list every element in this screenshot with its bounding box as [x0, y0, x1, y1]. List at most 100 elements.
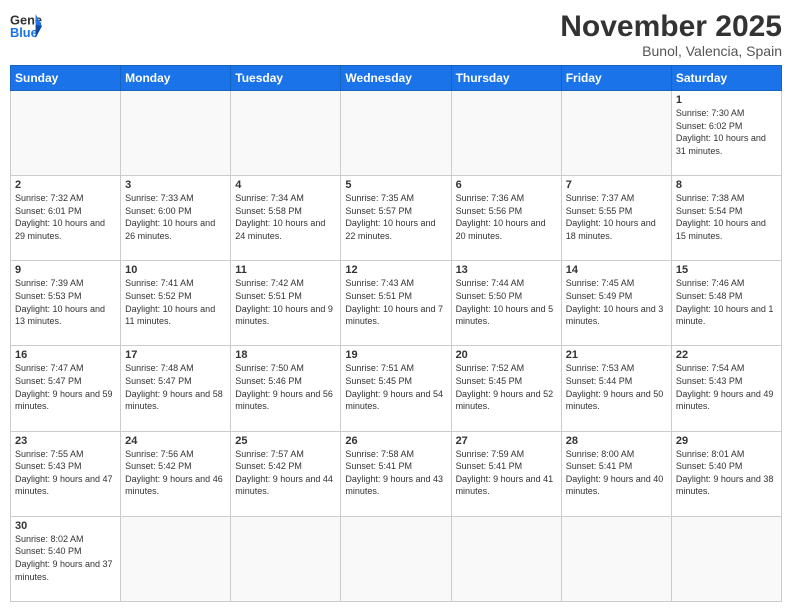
- day-info: Sunrise: 7:47 AMSunset: 5:47 PMDaylight:…: [15, 362, 116, 412]
- day-number: 2: [15, 179, 116, 191]
- day-number: 22: [676, 349, 777, 361]
- calendar-cell: 7Sunrise: 7:37 AMSunset: 5:55 PMDaylight…: [561, 176, 671, 261]
- header: General Blue November 2025 Bunol, Valenc…: [10, 10, 782, 59]
- day-number: 29: [676, 435, 777, 447]
- day-info: Sunrise: 7:42 AMSunset: 5:51 PMDaylight:…: [235, 277, 336, 327]
- day-number: 28: [566, 435, 667, 447]
- location: Bunol, Valencia, Spain: [560, 43, 782, 59]
- logo-icon: General Blue: [10, 10, 42, 42]
- calendar-cell: 27Sunrise: 7:59 AMSunset: 5:41 PMDayligh…: [451, 431, 561, 516]
- day-header-wednesday: Wednesday: [341, 66, 451, 91]
- calendar-cell: [121, 516, 231, 601]
- day-info: Sunrise: 7:53 AMSunset: 5:44 PMDaylight:…: [566, 362, 667, 412]
- calendar-cell: 5Sunrise: 7:35 AMSunset: 5:57 PMDaylight…: [341, 176, 451, 261]
- calendar-cell: 20Sunrise: 7:52 AMSunset: 5:45 PMDayligh…: [451, 346, 561, 431]
- calendar-cell: [341, 91, 451, 176]
- week-row-0: 1Sunrise: 7:30 AMSunset: 6:02 PMDaylight…: [11, 91, 782, 176]
- day-info: Sunrise: 7:50 AMSunset: 5:46 PMDaylight:…: [235, 362, 336, 412]
- day-number: 21: [566, 349, 667, 361]
- day-info: Sunrise: 8:02 AMSunset: 5:40 PMDaylight:…: [15, 533, 116, 583]
- calendar-cell: [671, 516, 781, 601]
- day-info: Sunrise: 7:35 AMSunset: 5:57 PMDaylight:…: [345, 192, 446, 242]
- day-info: Sunrise: 7:34 AMSunset: 5:58 PMDaylight:…: [235, 192, 336, 242]
- day-number: 13: [456, 264, 557, 276]
- day-number: 5: [345, 179, 446, 191]
- day-info: Sunrise: 7:56 AMSunset: 5:42 PMDaylight:…: [125, 448, 226, 498]
- day-number: 3: [125, 179, 226, 191]
- day-number: 24: [125, 435, 226, 447]
- title-block: November 2025 Bunol, Valencia, Spain: [560, 10, 782, 59]
- calendar-cell: [231, 516, 341, 601]
- week-row-1: 2Sunrise: 7:32 AMSunset: 6:01 PMDaylight…: [11, 176, 782, 261]
- calendar-cell: 17Sunrise: 7:48 AMSunset: 5:47 PMDayligh…: [121, 346, 231, 431]
- month-title: November 2025: [560, 10, 782, 43]
- day-number: 4: [235, 179, 336, 191]
- calendar-cell: 11Sunrise: 7:42 AMSunset: 5:51 PMDayligh…: [231, 261, 341, 346]
- day-number: 15: [676, 264, 777, 276]
- day-info: Sunrise: 7:45 AMSunset: 5:49 PMDaylight:…: [566, 277, 667, 327]
- day-info: Sunrise: 8:00 AMSunset: 5:41 PMDaylight:…: [566, 448, 667, 498]
- day-info: Sunrise: 7:57 AMSunset: 5:42 PMDaylight:…: [235, 448, 336, 498]
- calendar-cell: 26Sunrise: 7:58 AMSunset: 5:41 PMDayligh…: [341, 431, 451, 516]
- day-info: Sunrise: 7:30 AMSunset: 6:02 PMDaylight:…: [676, 107, 777, 157]
- day-info: Sunrise: 7:51 AMSunset: 5:45 PMDaylight:…: [345, 362, 446, 412]
- day-header-monday: Monday: [121, 66, 231, 91]
- calendar-cell: 8Sunrise: 7:38 AMSunset: 5:54 PMDaylight…: [671, 176, 781, 261]
- calendar-cell: 25Sunrise: 7:57 AMSunset: 5:42 PMDayligh…: [231, 431, 341, 516]
- day-info: Sunrise: 7:52 AMSunset: 5:45 PMDaylight:…: [456, 362, 557, 412]
- calendar-cell: 4Sunrise: 7:34 AMSunset: 5:58 PMDaylight…: [231, 176, 341, 261]
- day-header-tuesday: Tuesday: [231, 66, 341, 91]
- day-number: 25: [235, 435, 336, 447]
- day-info: Sunrise: 7:44 AMSunset: 5:50 PMDaylight:…: [456, 277, 557, 327]
- day-number: 9: [15, 264, 116, 276]
- calendar-cell: [11, 91, 121, 176]
- calendar-cell: 18Sunrise: 7:50 AMSunset: 5:46 PMDayligh…: [231, 346, 341, 431]
- calendar-cell: [561, 516, 671, 601]
- calendar-cell: 2Sunrise: 7:32 AMSunset: 6:01 PMDaylight…: [11, 176, 121, 261]
- week-row-5: 30Sunrise: 8:02 AMSunset: 5:40 PMDayligh…: [11, 516, 782, 601]
- calendar-cell: 14Sunrise: 7:45 AMSunset: 5:49 PMDayligh…: [561, 261, 671, 346]
- svg-text:Blue: Blue: [10, 25, 38, 40]
- calendar-header-row: SundayMondayTuesdayWednesdayThursdayFrid…: [11, 66, 782, 91]
- calendar-cell: 22Sunrise: 7:54 AMSunset: 5:43 PMDayligh…: [671, 346, 781, 431]
- week-row-2: 9Sunrise: 7:39 AMSunset: 5:53 PMDaylight…: [11, 261, 782, 346]
- day-number: 18: [235, 349, 336, 361]
- page: General Blue November 2025 Bunol, Valenc…: [0, 0, 792, 612]
- day-header-sunday: Sunday: [11, 66, 121, 91]
- calendar-cell: 12Sunrise: 7:43 AMSunset: 5:51 PMDayligh…: [341, 261, 451, 346]
- calendar-cell: 10Sunrise: 7:41 AMSunset: 5:52 PMDayligh…: [121, 261, 231, 346]
- week-row-3: 16Sunrise: 7:47 AMSunset: 5:47 PMDayligh…: [11, 346, 782, 431]
- calendar-cell: 16Sunrise: 7:47 AMSunset: 5:47 PMDayligh…: [11, 346, 121, 431]
- calendar-cell: [561, 91, 671, 176]
- calendar-cell: 24Sunrise: 7:56 AMSunset: 5:42 PMDayligh…: [121, 431, 231, 516]
- day-number: 26: [345, 435, 446, 447]
- calendar-cell: 30Sunrise: 8:02 AMSunset: 5:40 PMDayligh…: [11, 516, 121, 601]
- calendar-cell: 15Sunrise: 7:46 AMSunset: 5:48 PMDayligh…: [671, 261, 781, 346]
- calendar-cell: 1Sunrise: 7:30 AMSunset: 6:02 PMDaylight…: [671, 91, 781, 176]
- calendar-cell: [451, 516, 561, 601]
- day-number: 6: [456, 179, 557, 191]
- day-info: Sunrise: 7:38 AMSunset: 5:54 PMDaylight:…: [676, 192, 777, 242]
- day-number: 8: [676, 179, 777, 191]
- calendar-cell: 23Sunrise: 7:55 AMSunset: 5:43 PMDayligh…: [11, 431, 121, 516]
- day-number: 16: [15, 349, 116, 361]
- day-number: 1: [676, 94, 777, 106]
- day-info: Sunrise: 7:41 AMSunset: 5:52 PMDaylight:…: [125, 277, 226, 327]
- day-number: 27: [456, 435, 557, 447]
- calendar-cell: 9Sunrise: 7:39 AMSunset: 5:53 PMDaylight…: [11, 261, 121, 346]
- day-info: Sunrise: 7:33 AMSunset: 6:00 PMDaylight:…: [125, 192, 226, 242]
- calendar-cell: 19Sunrise: 7:51 AMSunset: 5:45 PMDayligh…: [341, 346, 451, 431]
- day-header-saturday: Saturday: [671, 66, 781, 91]
- day-info: Sunrise: 7:48 AMSunset: 5:47 PMDaylight:…: [125, 362, 226, 412]
- day-info: Sunrise: 7:37 AMSunset: 5:55 PMDaylight:…: [566, 192, 667, 242]
- logo: General Blue: [10, 10, 42, 42]
- day-header-thursday: Thursday: [451, 66, 561, 91]
- calendar-cell: 13Sunrise: 7:44 AMSunset: 5:50 PMDayligh…: [451, 261, 561, 346]
- calendar-cell: 3Sunrise: 7:33 AMSunset: 6:00 PMDaylight…: [121, 176, 231, 261]
- day-info: Sunrise: 7:58 AMSunset: 5:41 PMDaylight:…: [345, 448, 446, 498]
- day-info: Sunrise: 7:55 AMSunset: 5:43 PMDaylight:…: [15, 448, 116, 498]
- day-info: Sunrise: 7:32 AMSunset: 6:01 PMDaylight:…: [15, 192, 116, 242]
- calendar-cell: 29Sunrise: 8:01 AMSunset: 5:40 PMDayligh…: [671, 431, 781, 516]
- calendar-cell: 6Sunrise: 7:36 AMSunset: 5:56 PMDaylight…: [451, 176, 561, 261]
- day-info: Sunrise: 8:01 AMSunset: 5:40 PMDaylight:…: [676, 448, 777, 498]
